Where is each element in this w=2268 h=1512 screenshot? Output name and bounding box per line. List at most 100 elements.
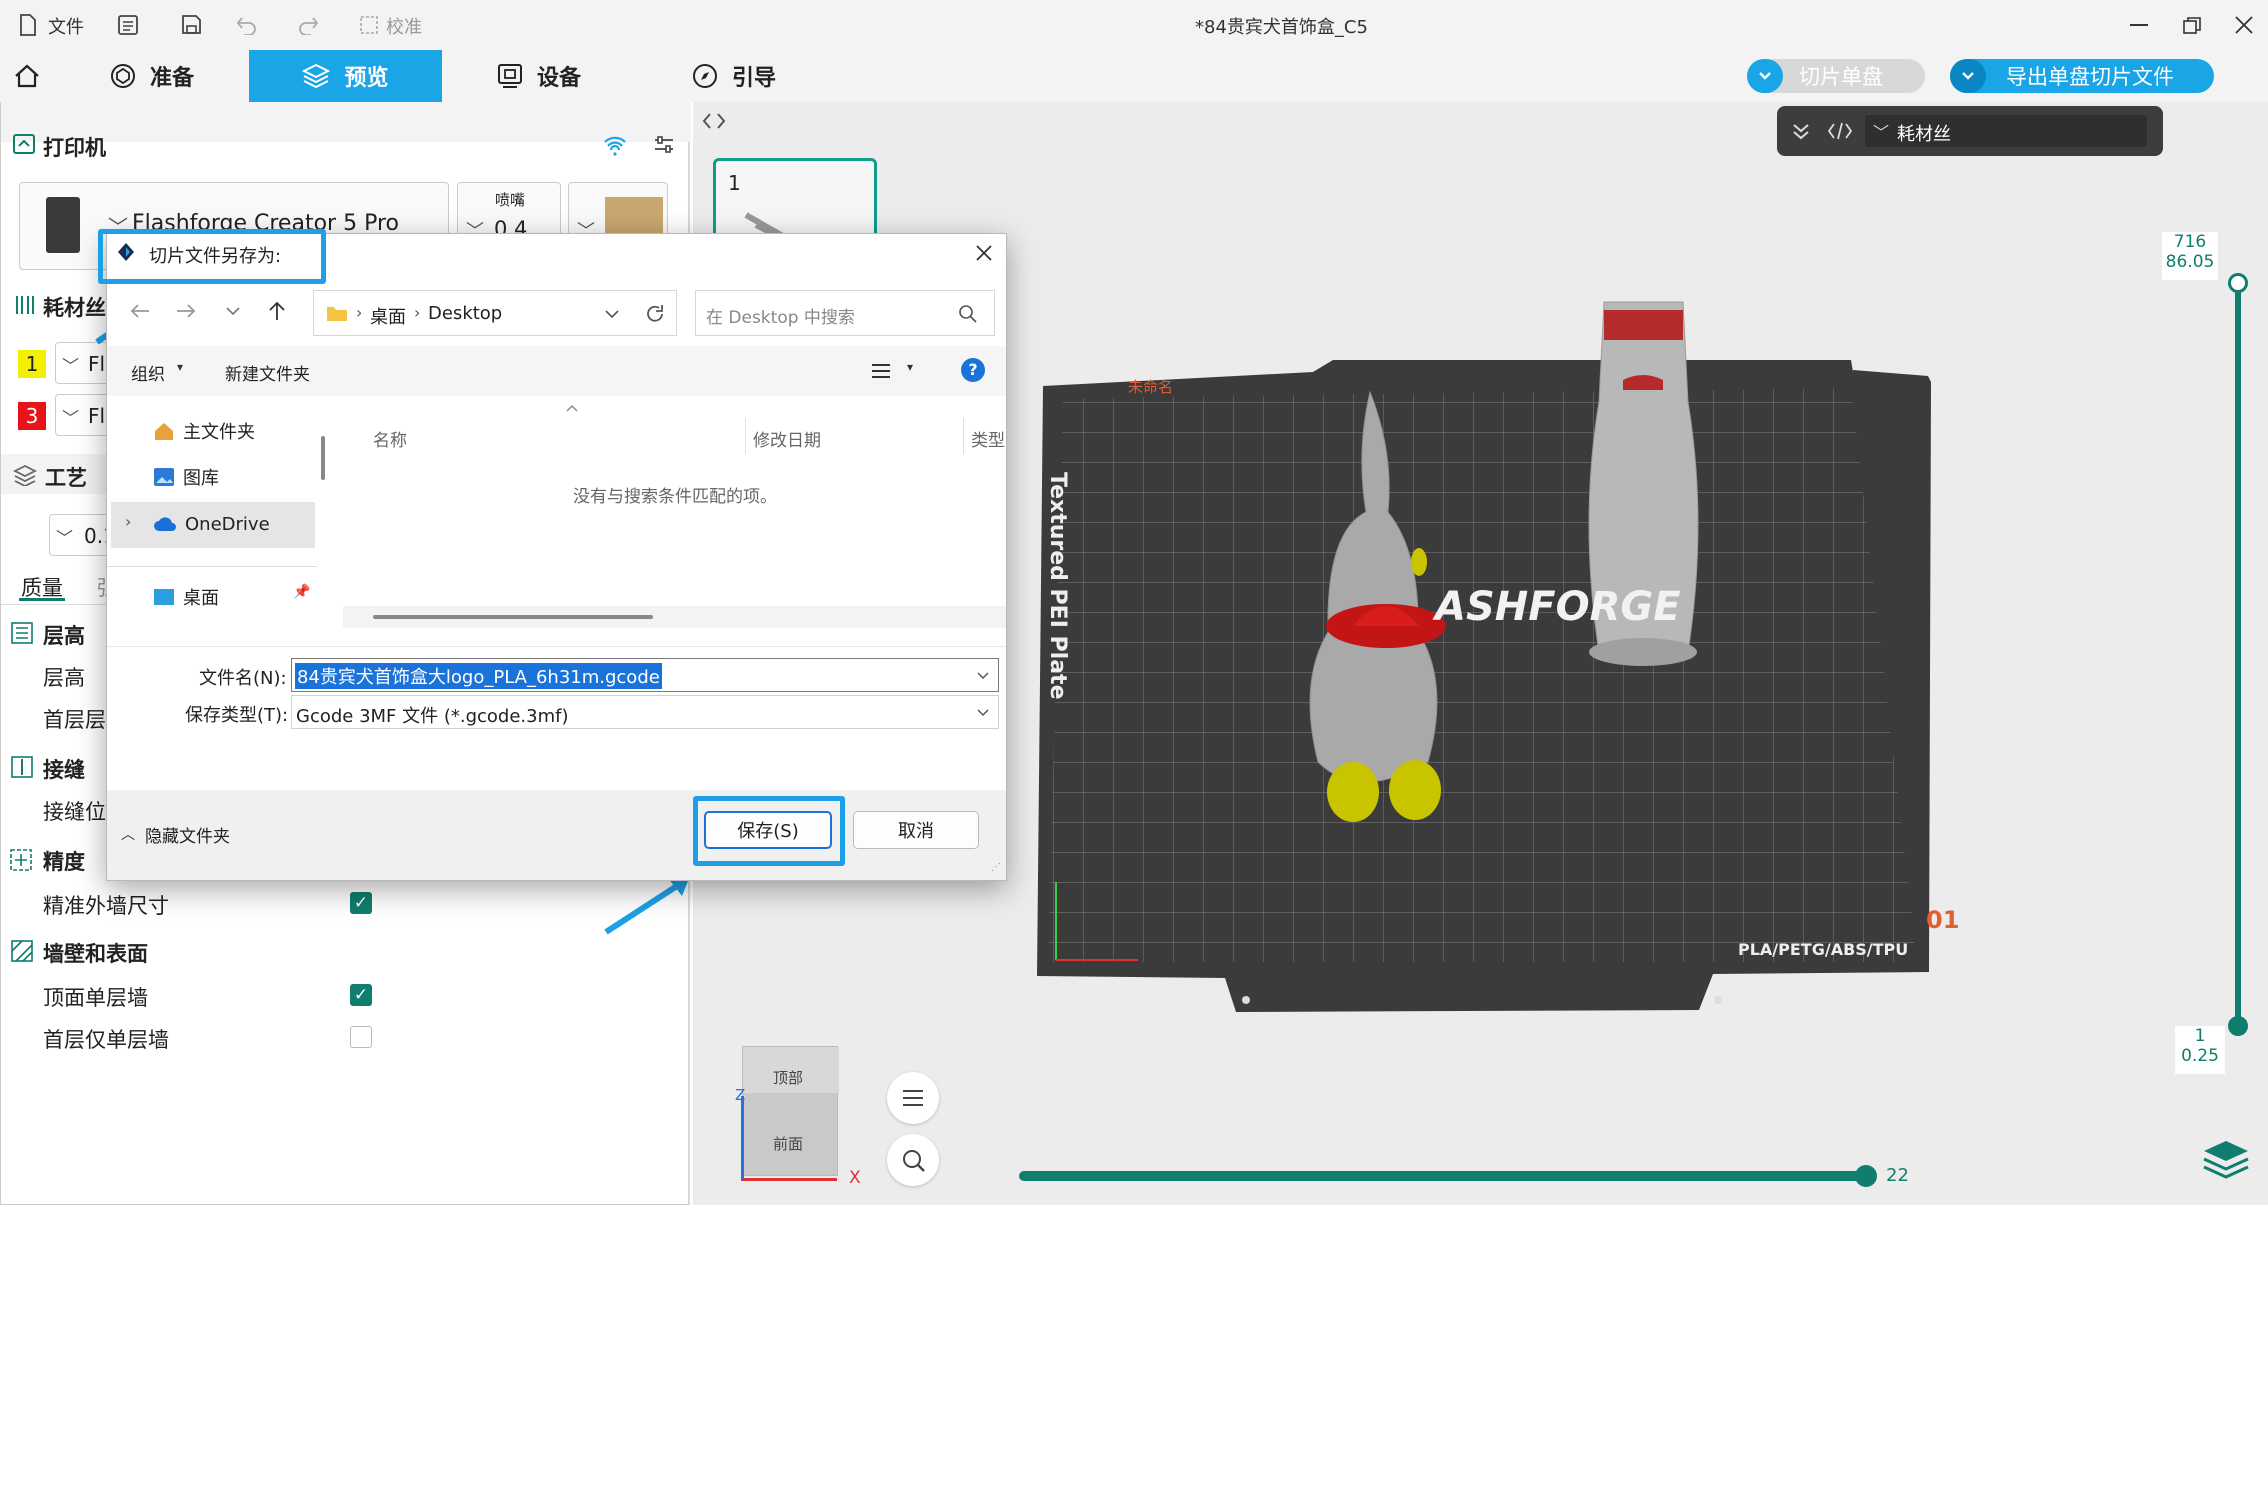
file-menu[interactable]: 文件: [48, 13, 84, 39]
layer-slider-top-thumb[interactable]: [2228, 273, 2248, 293]
first-layer-one-wall-label: 首层仅单层墙: [43, 1028, 169, 1052]
desktop-icon: [154, 589, 174, 605]
precise-wall-checkbox[interactable]: ✓: [350, 892, 372, 914]
plate-materials-text: PLA/PETG/ABS/TPU: [1738, 940, 1909, 959]
sort-up-icon[interactable]: [565, 404, 579, 412]
tab-guide[interactable]: 引导: [692, 50, 822, 102]
minimize-icon[interactable]: [2130, 24, 2148, 26]
layers-icon: [302, 63, 331, 89]
view-cube[interactable]: 顶部 前面: [742, 1046, 839, 1176]
poodle-foot-left: [1327, 762, 1379, 822]
tab-prepare[interactable]: 准备: [110, 50, 240, 102]
new-folder-button[interactable]: 新建文件夹: [225, 360, 310, 385]
calibrate-menu[interactable]: 校准: [386, 13, 422, 39]
undo-icon[interactable]: [236, 15, 258, 35]
nav-item-gallery[interactable]: 图库: [153, 464, 219, 490]
seam-position-label: 接缝位: [43, 800, 106, 824]
cube-z-axis: [741, 1096, 744, 1180]
refresh-icon[interactable]: [644, 303, 666, 325]
address-chevron-icon[interactable]: [604, 309, 620, 319]
layer-slider-track[interactable]: [2235, 282, 2241, 1028]
slice-dropdown-chevron-icon[interactable]: [1747, 59, 1783, 93]
wall-surface-icon: [11, 940, 33, 962]
cancel-button[interactable]: 取消: [853, 811, 979, 849]
slice-plate-button[interactable]: 切片单盘: [1747, 59, 1925, 93]
address-bar[interactable]: › 桌面 › Desktop: [313, 290, 677, 336]
organize-button[interactable]: 组织: [131, 360, 165, 385]
nozzle-label: 喷嘴: [495, 191, 526, 209]
layers-toggle-icon[interactable]: [2201, 1138, 2251, 1184]
filename-input[interactable]: 84贵宾犬首饰盒大logo_PLA_6h31m.gcode: [291, 658, 999, 692]
organize-chevron-icon[interactable]: ▾: [177, 360, 183, 374]
export-dropdown-chevron-icon[interactable]: [1950, 59, 1986, 93]
hide-folders-toggle[interactable]: 隐藏文件夹: [145, 822, 230, 847]
plate-brand-text: ASHFORGE: [1435, 584, 1681, 630]
nav-scrollbar[interactable]: [321, 436, 325, 480]
close-window-icon[interactable]: [2235, 16, 2253, 34]
compass-icon: [693, 64, 717, 88]
restore-icon[interactable]: [2183, 17, 2201, 35]
filetype-select[interactable]: Gcode 3MF 文件 (*.gcode.3mf): [291, 695, 999, 729]
save-icon[interactable]: [181, 14, 202, 35]
expand-chevron-icon[interactable]: ›: [125, 512, 131, 531]
calibrate-icon[interactable]: [360, 16, 378, 34]
filename-chevron-icon[interactable]: [976, 671, 990, 680]
filetype-chevron-icon[interactable]: [976, 708, 990, 717]
move-slider-track[interactable]: [1019, 1171, 1867, 1181]
layer-slider-bottom-thumb[interactable]: [2228, 1016, 2248, 1036]
file-list: 名称 修改日期 类型 没有与搜索条件匹配的项。: [343, 396, 1006, 636]
move-slider-thumb[interactable]: [1855, 1165, 1877, 1187]
resize-grip-icon[interactable]: ⋰: [991, 862, 1001, 873]
empty-message: 没有与搜索条件匹配的项。: [573, 487, 777, 507]
process-header: 工艺: [45, 466, 87, 490]
device-icon: [498, 64, 522, 88]
poodle-foot-right: [1389, 760, 1441, 820]
recent-chevron-icon[interactable]: [225, 306, 241, 316]
nav-item-home[interactable]: 主文件夹: [153, 418, 255, 444]
view-options-icon[interactable]: [871, 362, 891, 380]
help-icon[interactable]: ?: [961, 358, 985, 382]
nav-item-onedrive[interactable]: › OneDrive: [111, 502, 315, 548]
list-icon[interactable]: [118, 15, 138, 35]
breadcrumb-desktop-cn[interactable]: 桌面: [370, 303, 406, 329]
up-icon[interactable]: [267, 300, 287, 322]
zoom-button[interactable]: [887, 1134, 939, 1186]
export-slice-button[interactable]: 导出单盘切片文件: [1950, 59, 2214, 93]
plate-grid: [1048, 388, 1917, 962]
file-icon[interactable]: [18, 14, 38, 36]
first-layer-one-wall-checkbox[interactable]: [350, 1026, 372, 1048]
forward-icon[interactable]: [175, 302, 197, 320]
precision-header: 精度: [43, 850, 85, 874]
horizontal-scrollbar[interactable]: [373, 615, 653, 619]
bottom-layer-readout: 1 0.25: [2175, 1026, 2225, 1074]
back-icon[interactable]: [129, 302, 151, 320]
column-type[interactable]: 类型: [971, 426, 1005, 451]
hide-folders-chevron-icon[interactable]: ︿: [121, 824, 135, 844]
dialog-close-icon[interactable]: [975, 244, 993, 262]
plate-hole-left: [1242, 996, 1250, 1004]
nav-item-desktop[interactable]: 桌面: [153, 584, 219, 610]
view-menu-button[interactable]: [887, 1072, 939, 1124]
nav-item-home-label: 主文件夹: [183, 422, 255, 443]
main-tab-bar: 准备 预览 设备 引导 切片单盘 导出单盘切片文件: [0, 50, 2268, 102]
search-box[interactable]: 在 Desktop 中搜索: [695, 290, 995, 336]
breadcrumb-desktop[interactable]: Desktop: [428, 303, 502, 324]
tab-preview[interactable]: 预览: [249, 50, 442, 102]
column-name[interactable]: 名称: [373, 426, 407, 451]
save-button[interactable]: 保存(S): [704, 811, 832, 849]
home-icon[interactable]: [14, 64, 40, 88]
redo-icon[interactable]: [297, 15, 319, 35]
search-placeholder: 在 Desktop 中搜索: [706, 308, 855, 328]
tab-guide-label: 引导: [732, 66, 777, 91]
wifi-icon[interactable]: [603, 134, 627, 156]
dialog-footer: ︿ 隐藏文件夹 保存(S) 取消 ⋰: [107, 790, 1006, 880]
export-slice-label: 导出单盘切片文件: [2006, 65, 2174, 89]
pin-icon[interactable]: 📌: [293, 584, 310, 600]
tab-device[interactable]: 设备: [497, 50, 627, 102]
printer-settings-icon[interactable]: [653, 134, 675, 156]
command-bar: 组织 ▾ 新建文件夹 ▾ ?: [107, 346, 1006, 396]
column-modified[interactable]: 修改日期: [753, 426, 821, 451]
view-chevron-icon[interactable]: ▾: [907, 360, 913, 374]
top-one-wall-checkbox[interactable]: ✓: [350, 984, 372, 1006]
dialog-title: 切片文件另存为:: [149, 246, 282, 267]
